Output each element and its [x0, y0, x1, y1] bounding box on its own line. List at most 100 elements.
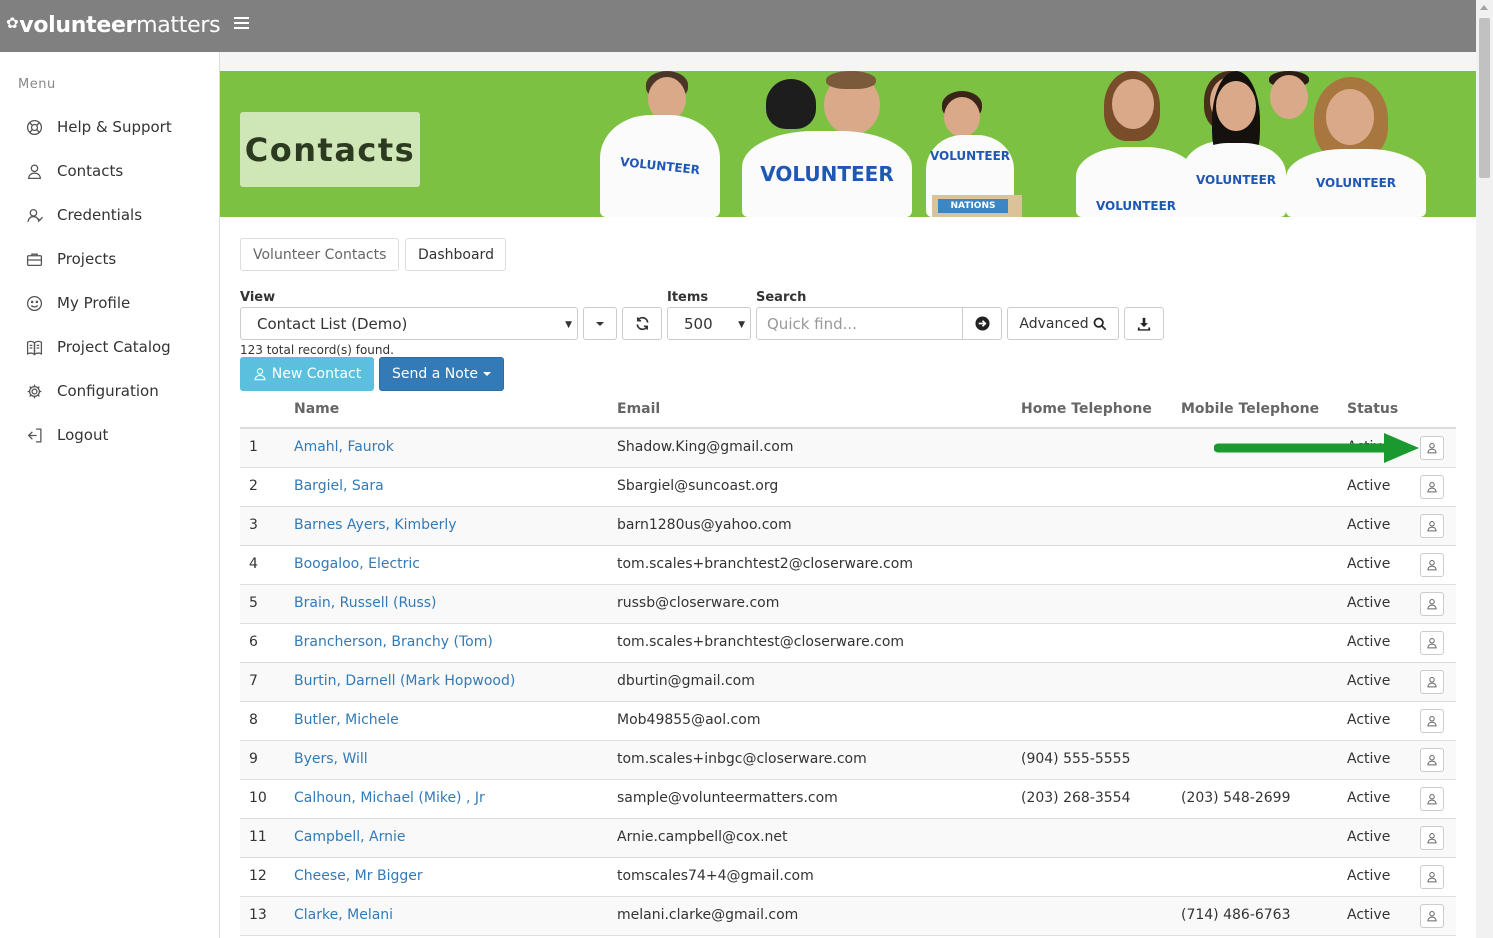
view-select[interactable]: Contact List (Demo) ▼ [240, 307, 578, 340]
contact-name-link[interactable]: Cheese, Mr Bigger [294, 868, 423, 884]
view-contact-button[interactable] [1420, 670, 1444, 694]
menu-label: Menu [18, 77, 56, 92]
page-scrollbar[interactable] [1476, 0, 1493, 938]
book-icon [24, 337, 44, 357]
sidebar-item-label: Logout [57, 426, 109, 444]
contact-name-link[interactable]: Boogaloo, Electric [294, 556, 420, 572]
table-header: Name Email Home Telephone Mobile Telepho… [240, 392, 1456, 429]
user-icon [1427, 638, 1437, 649]
sidebar-item-label: Credentials [57, 206, 143, 224]
sidebar-item-project-catalog[interactable]: Project Catalog [24, 332, 171, 362]
sidebar-item-credentials[interactable]: Credentials [24, 200, 142, 230]
sidebar-item-contacts[interactable]: Contacts [24, 156, 123, 186]
contact-name-link[interactable]: Byers, Will [294, 751, 368, 767]
view-contact-button[interactable] [1420, 553, 1444, 577]
table-row: 11 Campbell, Arnie Arnie.campbell@cox.net A… [240, 819, 1456, 858]
send-note-button[interactable]: Send a Note [379, 357, 504, 391]
row-number: 2 [249, 478, 258, 494]
view-contact-button[interactable] [1420, 904, 1444, 928]
advanced-search-button[interactable]: Advanced [1007, 307, 1119, 340]
contact-email: Sbargiel@suncoast.org [617, 478, 779, 494]
user-icon [1427, 716, 1437, 727]
view-label: View [240, 290, 276, 305]
row-number: 8 [249, 712, 258, 728]
view-contact-button[interactable] [1420, 592, 1444, 616]
scrollbar-thumb[interactable] [1479, 18, 1490, 178]
contact-name-link[interactable]: Burtin, Darnell (Mark Hopwood) [294, 673, 515, 689]
contact-name-link[interactable]: Barnes Ayers, Kimberly [294, 517, 457, 533]
main-content: Contacts VOLUNTEER VOLUNTEER VOLUNTEER N… [220, 52, 1476, 938]
contact-email: Arnie.campbell@cox.net [617, 829, 788, 845]
select-caret-icon: ▼ [738, 320, 745, 330]
refresh-button[interactable] [622, 307, 662, 340]
contact-status: Active [1347, 907, 1391, 923]
download-button[interactable] [1124, 307, 1164, 340]
view-contact-button[interactable] [1420, 436, 1444, 460]
items-select[interactable]: 500 ▼ [667, 307, 751, 340]
sidebar-item-label: Configuration [57, 382, 159, 400]
sidebar-item-my-profile[interactable]: My Profile [24, 288, 130, 318]
page-title: Contacts [240, 112, 420, 187]
contact-name-link[interactable]: Clarke, Melani [294, 907, 393, 923]
brand-logo[interactable]: ✿volunteermatters [6, 13, 221, 38]
table-row: 3 Barnes Ayers, Kimberly barn1280us@yahoo.… [240, 507, 1456, 546]
table-row: 8 Butler, Michele Mob49855@aol.com Active [240, 702, 1456, 741]
contact-name-link[interactable]: Brancherson, Branchy (Tom) [294, 634, 493, 650]
contact-name-link[interactable]: Bargiel, Sara [294, 478, 384, 494]
contact-home-telephone: (904) 555-5555 [1021, 751, 1131, 767]
column-header-email[interactable]: Email [617, 401, 660, 417]
search-go-button[interactable] [962, 307, 1002, 340]
view-contact-button[interactable] [1420, 709, 1444, 733]
view-contact-button[interactable] [1420, 865, 1444, 889]
view-contact-button[interactable] [1420, 826, 1444, 850]
sidebar-item-label: Contacts [57, 162, 124, 180]
contact-mobile-telephone: (714) 486-6763 [1181, 907, 1291, 923]
contact-email: Mob49855@aol.com [617, 712, 761, 728]
row-number: 5 [249, 595, 258, 611]
search-input[interactable]: Quick find... [756, 307, 963, 340]
column-header-home-telephone[interactable]: Home Telephone [1021, 401, 1152, 417]
sidebar-item-projects[interactable]: Projects [24, 244, 116, 274]
lifebuoy-icon [24, 117, 44, 137]
table-row: 9 Byers, Will tom.scales+inbgc@closerware.… [240, 741, 1456, 780]
view-contact-button[interactable] [1420, 475, 1444, 499]
view-contact-button[interactable] [1420, 514, 1444, 538]
table-row: 6 Brancherson, Branchy (Tom) tom.scales+br… [240, 624, 1456, 663]
contact-name-link[interactable]: Calhoun, Michael (Mike) , Jr [294, 790, 485, 806]
sidebar-item-label: Projects [57, 250, 117, 268]
view-contact-button[interactable] [1420, 787, 1444, 811]
view-options-dropdown-button[interactable] [583, 307, 617, 340]
user-icon [1427, 794, 1437, 805]
sidebar-item-logout[interactable]: Logout [24, 420, 108, 450]
view-contact-button[interactable] [1420, 748, 1444, 772]
hamburger-menu-icon[interactable] [234, 17, 249, 30]
flower-icon: ✿ [6, 14, 19, 32]
contact-status: Active [1347, 673, 1391, 689]
contact-name-link[interactable]: Campbell, Arnie [294, 829, 406, 845]
contact-name-link[interactable]: Butler, Michele [294, 712, 399, 728]
contact-name-link[interactable]: Amahl, Faurok [294, 439, 394, 455]
scroll-up-arrow-icon[interactable] [1480, 5, 1488, 10]
advanced-label: Advanced [1019, 315, 1089, 332]
contact-status: Active [1347, 712, 1391, 728]
sidebar-item-configuration[interactable]: Configuration [24, 376, 159, 406]
sidebar-item-label: Project Catalog [57, 338, 171, 356]
view-contact-button[interactable] [1420, 631, 1444, 655]
search-icon [1093, 317, 1106, 330]
user-icon [1427, 755, 1437, 766]
sidebar-item-help-support[interactable]: Help & Support [24, 112, 172, 142]
contact-email: dburtin@gmail.com [617, 673, 755, 689]
contact-mobile-telephone: (203) 548-2699 [1181, 790, 1291, 806]
new-contact-button[interactable]: New Contact [240, 357, 374, 391]
top-navbar: ✿volunteermatters [0, 0, 1476, 52]
column-header-status[interactable]: Status [1347, 401, 1398, 417]
contact-name-link[interactable]: Brain, Russell (Russ) [294, 595, 437, 611]
table-row: 7 Burtin, Darnell (Mark Hopwood) dburtin@g… [240, 663, 1456, 702]
row-number: 3 [249, 517, 258, 533]
column-header-name[interactable]: Name [294, 401, 339, 417]
tab-volunteer-contacts[interactable]: Volunteer Contacts [240, 238, 399, 271]
tab-dashboard[interactable]: Dashboard [405, 238, 506, 271]
row-number: 6 [249, 634, 258, 650]
contact-status: Active [1347, 790, 1391, 806]
column-header-mobile-telephone[interactable]: Mobile Telephone [1181, 401, 1319, 417]
